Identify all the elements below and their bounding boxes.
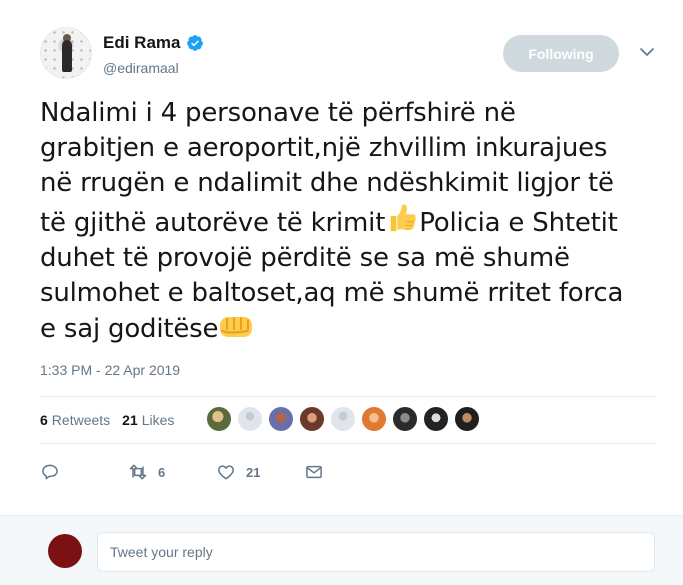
retweets-label: Retweets (51, 412, 111, 428)
liker-avatar[interactable] (299, 406, 325, 432)
tweet-line: të gjithë autorëve të krimit Policia e Sh… (40, 201, 650, 241)
reply-icon (42, 464, 58, 480)
following-button[interactable]: Following (503, 35, 619, 72)
tweet-line-segment: Policia e Shtetit (419, 208, 618, 238)
likes-label: Likes (141, 412, 175, 428)
divider (40, 443, 656, 444)
tweet-header: Edi Rama @ediramaal Following (40, 27, 660, 83)
liker-avatar[interactable] (361, 406, 387, 432)
chevron-down-icon[interactable] (638, 43, 656, 61)
user-avatar[interactable] (40, 27, 92, 79)
liker-avatar[interactable] (423, 406, 449, 432)
liker-avatar[interactable] (206, 406, 232, 432)
tweet-timestamp[interactable]: 1:33 PM - 22 Apr 2019 (40, 362, 180, 378)
likes-stat[interactable]: 21 Likes (122, 412, 174, 428)
tweet-line: Ndalimi i 4 personave të përfshirë në (40, 98, 516, 128)
liker-avatar[interactable] (268, 406, 294, 432)
engagement-stats: 6 Retweets 21 Likes (40, 403, 186, 437)
retweet-count: 6 (158, 464, 166, 480)
fist-emoji-icon (220, 317, 253, 337)
heart-icon (218, 465, 234, 480)
tweet-line: në rrugën e ndalimit dhe ndëshkimit ligj… (40, 168, 614, 198)
tweet-line-segment: e saj goditëse (40, 314, 219, 344)
divider (40, 396, 656, 397)
user-name[interactable]: Edi Rama (103, 33, 180, 53)
liker-avatar[interactable] (392, 406, 418, 432)
reply-composer: Tweet your reply (0, 515, 683, 585)
like-action[interactable]: 21 (216, 462, 304, 482)
thumbs-up-emoji-icon (390, 204, 417, 232)
user-name-row[interactable]: Edi Rama (103, 33, 204, 53)
envelope-icon (306, 465, 322, 479)
tweet-line: e saj goditëse (40, 311, 650, 347)
retweets-count: 6 (40, 412, 48, 428)
current-user-avatar[interactable] (48, 534, 82, 568)
liker-avatars (206, 406, 480, 432)
retweets-stat[interactable]: 6 Retweets (40, 412, 110, 428)
retweet-action[interactable]: 6 (128, 462, 216, 482)
tweet-line: grabitjen e aeroportit,një zhvillim inku… (40, 133, 608, 163)
tweet-text: Ndalimi i 4 personave të përfshirë në gr… (40, 96, 650, 347)
user-handle[interactable]: @ediramaal (103, 60, 179, 76)
verified-badge-icon (187, 35, 204, 51)
retweet-icon (129, 464, 147, 480)
liker-avatar[interactable] (237, 406, 263, 432)
direct-message-action[interactable] (304, 462, 324, 482)
tweet-reply-input[interactable]: Tweet your reply (97, 532, 655, 572)
tweet-line: sulmohet e baltoset,aq më shumë rritet f… (40, 278, 624, 308)
likes-count: 21 (122, 412, 138, 428)
reply-action[interactable] (40, 462, 128, 482)
liker-avatar[interactable] (330, 406, 356, 432)
tweet-line-segment: të gjithë autorëve të krimit (40, 208, 386, 238)
tweet-actions: 6 21 (40, 460, 324, 484)
like-count: 21 (246, 464, 261, 480)
liker-avatar[interactable] (454, 406, 480, 432)
tweet-line: duhet të provojë përditë se sa më shumë (40, 243, 570, 273)
